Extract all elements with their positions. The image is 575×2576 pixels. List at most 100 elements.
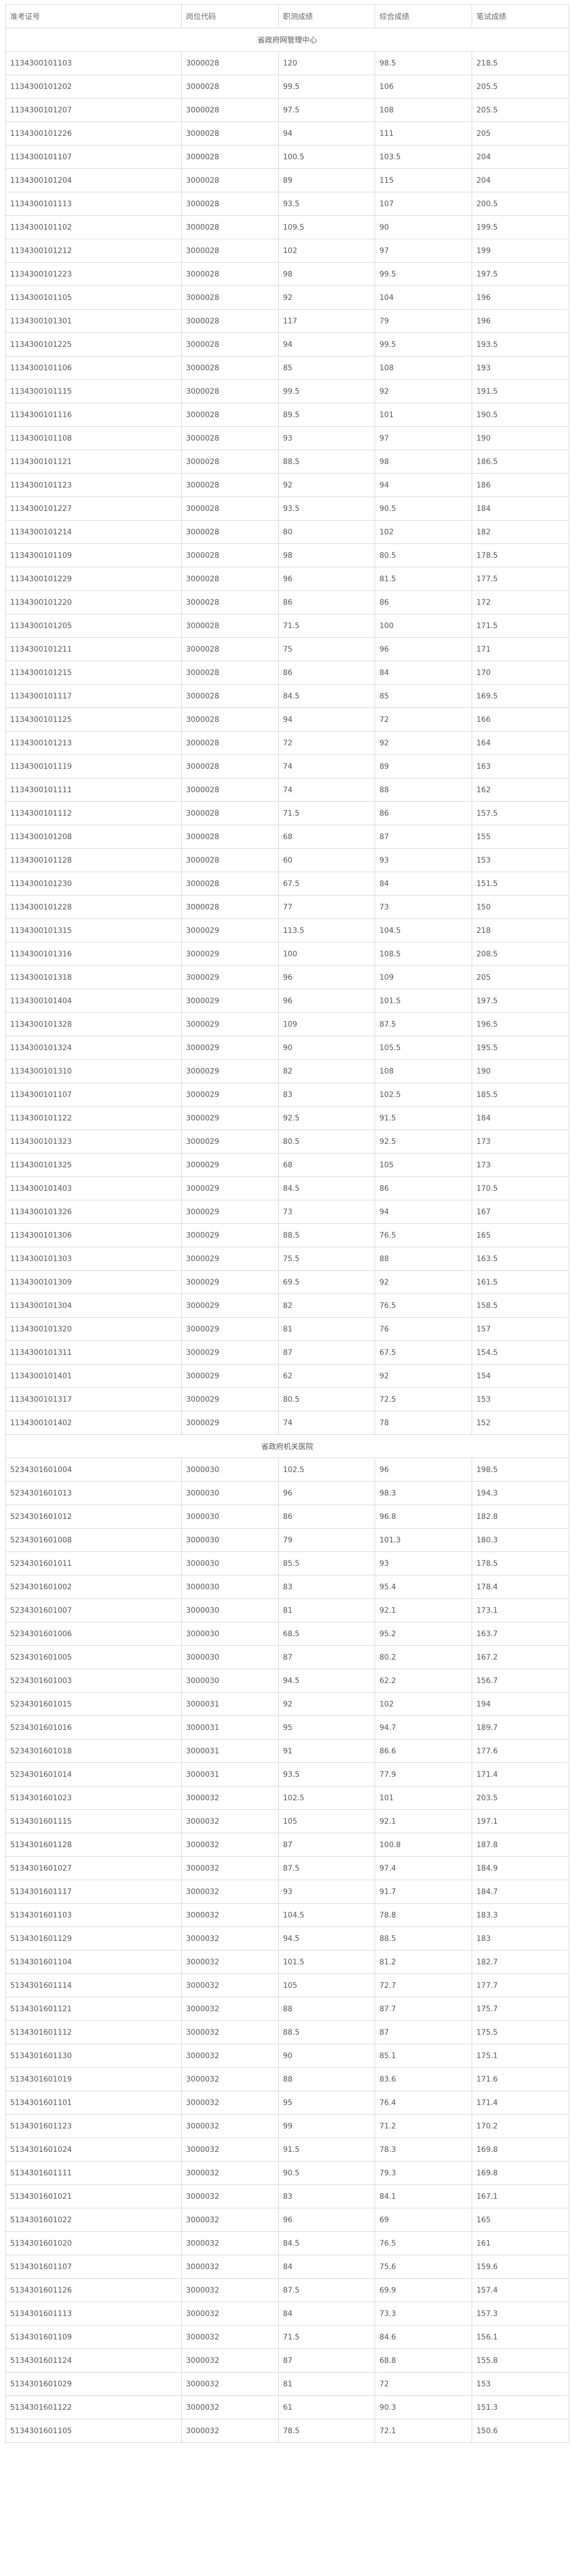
- table-row: 5134301601128 3000032 87 100.8 187.8: [5, 1833, 569, 1857]
- table-row: 5134301601021 3000032 83 84.1 167.1: [5, 2184, 569, 2208]
- cell-position-code: 3000030: [181, 1598, 279, 1622]
- cell-exam-id: 5134301601023: [5, 1786, 182, 1810]
- cell-aptitude-score: 94: [278, 332, 375, 356]
- cell-written-score: 218: [472, 919, 569, 942]
- cell-exam-id: 5134301601104: [5, 1950, 182, 1974]
- cell-aptitude-score: 88: [278, 1997, 375, 2021]
- cell-aptitude-score: 87: [278, 1645, 375, 1669]
- cell-position-code: 3000028: [181, 684, 279, 708]
- cell-exam-id: 1134300101116: [5, 403, 182, 427]
- table-row: 1134300101303 3000029 75.5 88 163.5: [5, 1247, 569, 1271]
- cell-exam-id: 5234301601014: [5, 1762, 182, 1786]
- cell-aptitude-score: 80.5: [278, 1129, 375, 1153]
- cell-comprehensive-score: 75.6: [375, 2255, 472, 2279]
- table-row: 5134301601023 3000032 102.5 101 203.5: [5, 1786, 569, 1810]
- table-row: 5134301601121 3000032 88 87.7 175.7: [5, 1997, 569, 2021]
- cell-exam-id: 1134300101105: [5, 286, 182, 310]
- table-row: 5134301601107 3000032 84 75.6 159.6: [5, 2255, 569, 2279]
- table-row: 1134300101323 3000029 80.5 92.5 173: [5, 1129, 569, 1153]
- cell-written-score: 205: [472, 121, 569, 145]
- table-row: 1134300101402 3000029 74 78 152: [5, 1411, 569, 1435]
- table-row: 1134300101306 3000029 88.5 76.5 165: [5, 1223, 569, 1247]
- cell-written-score: 191.5: [472, 379, 569, 403]
- cell-aptitude-score: 117: [278, 309, 375, 333]
- cell-comprehensive-score: 102.5: [375, 1083, 472, 1107]
- cell-position-code: 3000028: [181, 75, 279, 99]
- cell-aptitude-score: 96: [278, 989, 375, 1013]
- cell-written-score: 182.7: [472, 1950, 569, 1974]
- cell-comprehensive-score: 94: [375, 1200, 472, 1224]
- cell-aptitude-score: 99.5: [278, 379, 375, 403]
- cell-position-code: 3000032: [181, 2395, 279, 2419]
- cell-exam-id: 5134301601114: [5, 1973, 182, 1997]
- cell-position-code: 3000029: [181, 1129, 279, 1153]
- cell-aptitude-score: 92: [278, 473, 375, 497]
- cell-position-code: 3000032: [181, 2208, 279, 2232]
- cell-position-code: 3000028: [181, 872, 279, 896]
- cell-written-score: 170: [472, 661, 569, 685]
- cell-written-score: 196: [472, 286, 569, 310]
- cell-exam-id: 1134300101323: [5, 1129, 182, 1153]
- cell-aptitude-score: 84: [278, 2302, 375, 2326]
- table-row: 1134300101202 3000028 99.5 106 205.5: [5, 75, 569, 99]
- cell-comprehensive-score: 72: [375, 2372, 472, 2396]
- cell-written-score: 157: [472, 1317, 569, 1341]
- cell-exam-id: 1134300101211: [5, 637, 182, 661]
- table-row: 1134300101113 3000028 93.5 107 200.5: [5, 192, 569, 216]
- cell-position-code: 3000028: [181, 637, 279, 661]
- cell-aptitude-score: 75.5: [278, 1247, 375, 1271]
- cell-aptitude-score: 88.5: [278, 450, 375, 474]
- table-row: 1134300101318 3000029 96 109 205: [5, 965, 569, 989]
- cell-exam-id: 5234301601013: [5, 1481, 182, 1505]
- table-row: 1134300101226 3000028 94 111 205: [5, 121, 569, 145]
- cell-aptitude-score: 101.5: [278, 1950, 375, 1974]
- cell-position-code: 3000028: [181, 98, 279, 122]
- cell-written-score: 173: [472, 1153, 569, 1177]
- cell-exam-id: 5134301601105: [5, 2419, 182, 2443]
- cell-position-code: 3000032: [181, 1927, 279, 1951]
- cell-position-code: 3000028: [181, 356, 279, 380]
- cell-position-code: 3000031: [181, 1739, 279, 1763]
- cell-position-code: 3000032: [181, 2020, 279, 2044]
- cell-aptitude-score: 88.5: [278, 2020, 375, 2044]
- table-row: 5234301601003 3000030 94.5 62.2 156.7: [5, 1669, 569, 1693]
- cell-comprehensive-score: 84: [375, 872, 472, 896]
- cell-written-score: 200.5: [472, 192, 569, 216]
- cell-written-score: 190: [472, 426, 569, 450]
- table-row: 1134300101207 3000028 97.5 108 205.5: [5, 98, 569, 122]
- cell-exam-id: 5134301601117: [5, 1880, 182, 1904]
- table-row: 1134300101230 3000028 67.5 84 151.5: [5, 872, 569, 896]
- cell-comprehensive-score: 86: [375, 801, 472, 825]
- cell-position-code: 3000029: [181, 1176, 279, 1200]
- cell-aptitude-score: 71.5: [278, 2325, 375, 2349]
- table-row: 5234301601007 3000030 81 92.1 173.1: [5, 1598, 569, 1622]
- cell-aptitude-score: 87: [278, 1340, 375, 1364]
- table-row: 1134300101223 3000028 98 99.5 197.5: [5, 262, 569, 286]
- cell-aptitude-score: 93.5: [278, 497, 375, 521]
- cell-aptitude-score: 102: [278, 239, 375, 263]
- cell-exam-id: 5234301601016: [5, 1716, 182, 1740]
- cell-position-code: 3000028: [181, 590, 279, 614]
- table-row: 1134300101404 3000029 96 101.5 197.5: [5, 989, 569, 1013]
- cell-comprehensive-score: 78.8: [375, 1903, 472, 1927]
- table-row: 5134301601126 3000032 87.5 69.9 157.4: [5, 2278, 569, 2302]
- cell-comprehensive-score: 86: [375, 1176, 472, 1200]
- cell-position-code: 3000029: [181, 1364, 279, 1388]
- cell-position-code: 3000028: [181, 497, 279, 521]
- cell-exam-id: 1134300101107: [5, 1083, 182, 1107]
- cell-comprehensive-score: 92: [375, 731, 472, 755]
- cell-exam-id: 1134300101108: [5, 426, 182, 450]
- cell-aptitude-score: 75: [278, 637, 375, 661]
- cell-exam-id: 5134301601126: [5, 2278, 182, 2302]
- cell-written-score: 171: [472, 637, 569, 661]
- cell-position-code: 3000030: [181, 1505, 279, 1529]
- cell-exam-id: 5134301601124: [5, 2349, 182, 2372]
- cell-comprehensive-score: 69: [375, 2208, 472, 2232]
- cell-aptitude-score: 86: [278, 590, 375, 614]
- cell-written-score: 184: [472, 497, 569, 521]
- cell-position-code: 3000032: [181, 1997, 279, 2021]
- cell-position-code: 3000032: [181, 2349, 279, 2372]
- cell-aptitude-score: 94: [278, 708, 375, 732]
- cell-written-score: 154: [472, 1364, 569, 1388]
- cell-aptitude-score: 93: [278, 1880, 375, 1904]
